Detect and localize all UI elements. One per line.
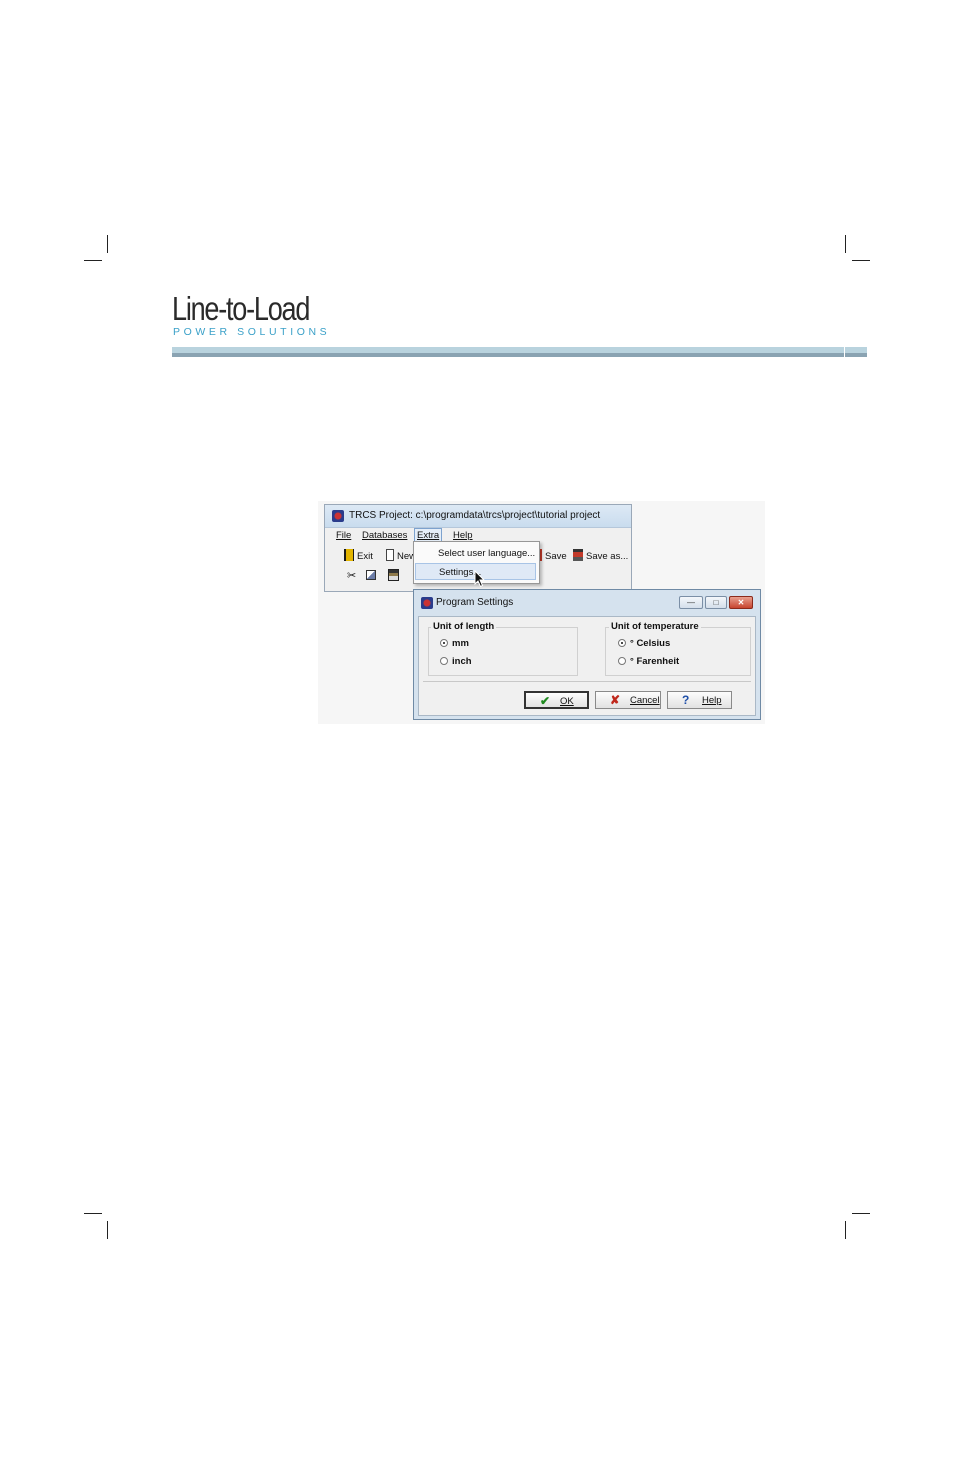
- help-label: Help: [702, 695, 722, 706]
- program-settings-dialog: Program Settings — □ ✕ Unit of length mm…: [413, 589, 761, 720]
- close-button[interactable]: ✕: [729, 596, 753, 609]
- main-window-title: TRCS Project: c:\programdata\trcs\projec…: [349, 510, 601, 521]
- temperature-group-label: Unit of temperature: [609, 621, 701, 632]
- logo-title: Line-to-Load: [172, 290, 310, 327]
- cancel-label: Cancel: [630, 695, 660, 706]
- minimize-button[interactable]: —: [679, 596, 703, 609]
- ok-label: OK: [560, 696, 574, 707]
- new-button[interactable]: New: [386, 549, 414, 562]
- save-button[interactable]: Save: [536, 549, 567, 562]
- radio-celsius-label: ° Celsius: [630, 638, 671, 649]
- header-bar-shadow: [172, 353, 867, 357]
- radio-farenheit-label: ° Farenheit: [630, 656, 680, 667]
- radio-celsius[interactable]: [618, 639, 626, 647]
- checkmark-icon: ✔: [540, 694, 551, 708]
- menu-item-select-language[interactable]: Select user language...: [415, 545, 536, 562]
- radio-farenheit[interactable]: [618, 657, 626, 665]
- dialog-title: Program Settings: [436, 597, 514, 608]
- menu-file[interactable]: File: [336, 530, 351, 541]
- new-label: New: [397, 551, 414, 562]
- save-as-label: Save as...: [586, 551, 629, 562]
- crop-mark-br-v: [845, 1221, 846, 1239]
- radio-mm[interactable]: [440, 639, 448, 647]
- radio-mm-label: mm: [452, 638, 469, 649]
- menu-bar: File Databases Extra Help: [325, 528, 631, 543]
- crop-mark-tl-v: [107, 235, 108, 253]
- crop-mark-tr-h: [852, 260, 870, 261]
- length-group: [428, 627, 578, 676]
- app-icon: [332, 510, 344, 522]
- cut-icon[interactable]: ✂: [347, 569, 356, 582]
- exit-button[interactable]: Exit: [344, 549, 373, 562]
- exit-label: Exit: [357, 551, 373, 562]
- question-mark-icon: ?: [682, 693, 690, 707]
- mouse-pointer-icon: [474, 570, 486, 588]
- ok-button[interactable]: ✔ OK: [524, 691, 589, 709]
- menu-item-select-language-label: Select user language...: [438, 548, 536, 559]
- crop-mark-tl-h: [84, 260, 102, 261]
- radio-inch-label: inch: [452, 656, 472, 667]
- save-as-button[interactable]: Save as...: [573, 549, 628, 562]
- dialog-body: Unit of length mm inch Unit of temperatu…: [418, 616, 756, 716]
- crop-mark-bl-h: [84, 1213, 102, 1214]
- paste-icon[interactable]: [388, 569, 399, 581]
- crop-mark-bl-v: [107, 1221, 108, 1239]
- menu-help[interactable]: Help: [453, 530, 473, 541]
- temperature-group: [605, 627, 751, 676]
- menu-databases[interactable]: Databases: [362, 530, 407, 541]
- save-label: Save: [545, 551, 567, 562]
- length-group-label: Unit of length: [431, 621, 497, 632]
- cancel-button[interactable]: ✘ Cancel: [595, 691, 661, 709]
- button-separator: [423, 681, 751, 682]
- x-icon: ✘: [610, 693, 621, 707]
- crop-mark-br-h: [852, 1213, 870, 1214]
- radio-inch[interactable]: [440, 657, 448, 665]
- main-window-titlebar[interactable]: TRCS Project: c:\programdata\trcs\projec…: [325, 505, 631, 528]
- header-bar-notch: [844, 347, 845, 357]
- dialog-app-icon: [421, 597, 433, 609]
- crop-mark-tr-v: [845, 235, 846, 253]
- maximize-button[interactable]: □: [705, 596, 727, 609]
- door-icon: [344, 549, 354, 561]
- copy-icon[interactable]: [366, 570, 376, 580]
- logo-subtitle: POWER SOLUTIONS: [173, 326, 331, 338]
- new-file-icon: [386, 549, 394, 561]
- help-button[interactable]: ? Help: [667, 691, 732, 709]
- save-as-icon: [573, 549, 583, 561]
